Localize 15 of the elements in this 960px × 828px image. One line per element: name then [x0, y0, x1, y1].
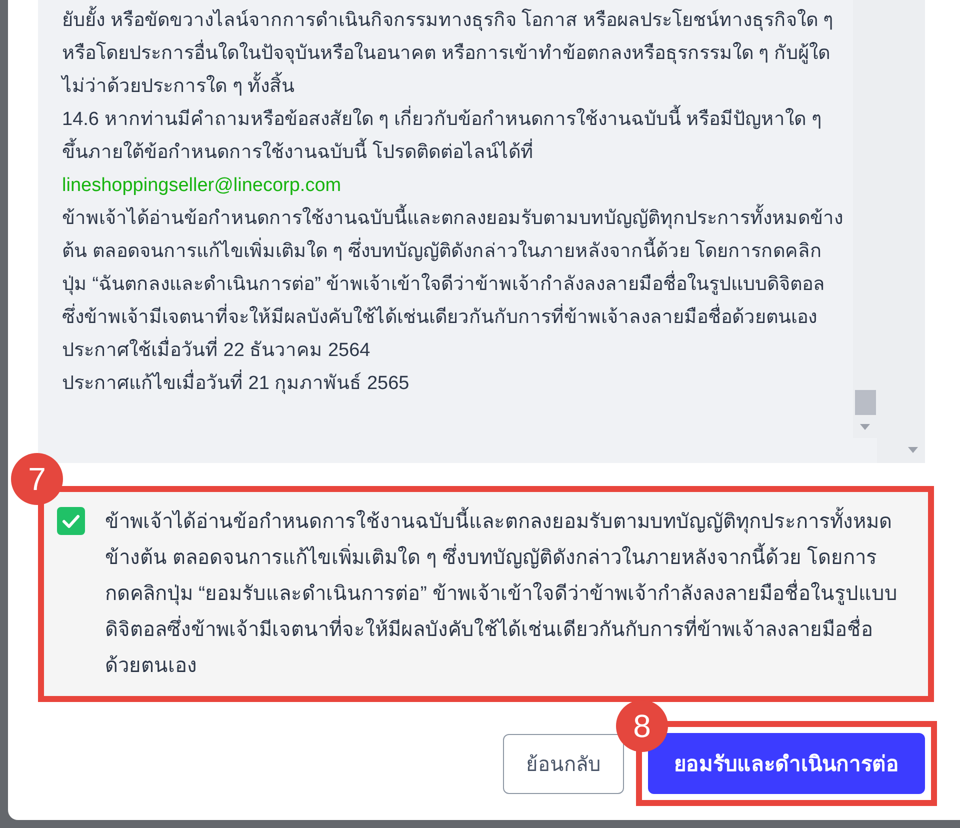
terms-paragraph: ยับยั้ง หรือขัดขวางไลน์จากการดำเนินกิจกรรมทางธุรกิจ โอกาส หรือผลประโยชน์ทางธุรกิจใด ๆ หรือโดยประการอื่นใดในปัจจุบันหรือในอนาคต หรือการเข้าทำข้อตกลงหรือธุรกรรมใด ๆ กับผู้ใดไม่ว่าด้วยประการใด ๆ ทั้งสิ้น	[62, 4, 845, 103]
scroll-down-arrow-icon[interactable]	[908, 447, 918, 453]
callout-badge: 7	[11, 453, 63, 505]
terms-paragraph: 14.6 หากท่านมีคำถามหรือข้อสงสัยใด ๆ เกี่ยวกับข้อกำหนดการใช้งานฉบับนี้ หรือมีปัญหาใด ๆ ขึ้นภายใต้ข้อกำหนดการใช้งานฉบับนี้ โปรดติดต่อไลน์ได้ที่	[62, 103, 845, 169]
scrollbar[interactable]	[877, 0, 925, 463]
consent-text: ข้าพเจ้าได้อ่านข้อกำหนดการใช้งานฉบับนี้และตกลงยอมรับตามบทบัญญัติทุกประการทั้งหมดข้างต้น ตลอดจนการแก้ไขเพิ่มเติมใด ๆ ซึ่งบทบัญญัติดังกล่าวในภายหลังจากนี้ด้วย โดยการกดคลิกปุ่ม “ยอมรับและดำเนินการต่อ” ข้าพเจ้าเข้าใจดีว่าข้าพเจ้ากำลังลงลายมือชื่อในรูปแบบดิจิตอลซึ่งข้าพเจ้ามีเจตนาที่จะให้มีผลบังคับใช้ได้เช่นเดียวกันกับการที่ข้าพเจ้าลงลายมือชื่อด้วยตนเอง	[105, 504, 898, 684]
scrollbar[interactable]	[853, 0, 877, 438]
terms-paragraph: ประกาศใช้เมื่อวันที่ 22 ธันวาคม 2564	[62, 334, 845, 367]
checkbox[interactable]	[57, 507, 85, 535]
scrollbar-thumb[interactable]	[854, 390, 876, 415]
back-button[interactable]: ย้อนกลับ	[503, 734, 624, 794]
terms-paragraph: ข้าพเจ้าได้อ่านข้อกำหนดการใช้งานฉบับนี้และตกลงยอมรับตามบทบัญญัติทุกประการทั้งหมดข้างต้น ตลอดจนการแก้ไขเพิ่มเติมใด ๆ ซึ่งบทบัญญัติดังกล่าวในภายหลังจากนี้ด้วย โดยการกดคลิกปุ่ม “ฉันตกลงและดำเนินการต่อ” ข้าพเจ้าเข้าใจดีว่าข้าพเจ้ากำลังลงลายมือชื่อในรูปแบบดิจิตอลซึ่งข้าพเจ้ามีเจตนาที่จะให้มีผลบังคับใช้ได้เช่นเดียวกันกับการที่ข้าพเจ้าลงลายมือชื่อด้วยตนเอง	[62, 202, 845, 334]
accept-button[interactable]: ยอมรับและดำเนินการต่อ	[648, 733, 925, 794]
terms-paragraph: ประกาศแก้ไขเมื่อวันที่ 21 กุมภาพันธ์ 2565	[62, 367, 845, 400]
scroll-down-arrow-icon[interactable]	[860, 424, 870, 430]
